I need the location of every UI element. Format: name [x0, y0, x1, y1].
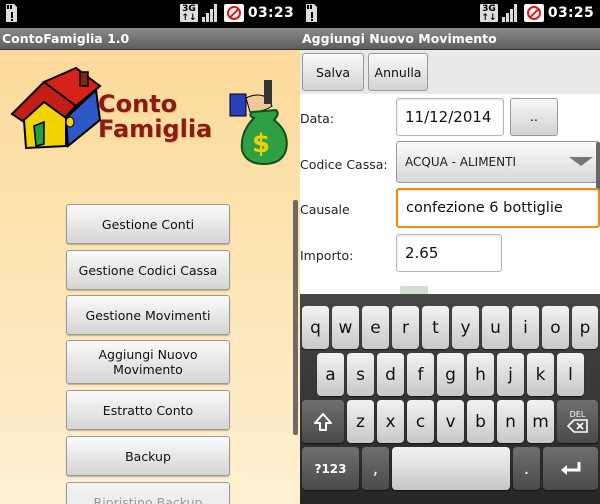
date-field[interactable]: 11/12/2014: [396, 98, 504, 136]
gestione-conti-button[interactable]: Gestione Conti: [66, 204, 230, 244]
key-a[interactable]: a: [317, 353, 344, 396]
house-logo-icon: [4, 62, 104, 156]
key-t[interactable]: t: [422, 306, 449, 349]
key-l[interactable]: l: [557, 353, 584, 396]
key-p[interactable]: p: [572, 306, 598, 349]
cancel-button[interactable]: Annulla: [368, 53, 428, 91]
soft-keyboard: q w e r t y u i o p a s d f g h j k l z …: [300, 294, 600, 504]
screen-title-bar: Aggiungi Nuovo Movimento: [300, 28, 600, 50]
symbols-key[interactable]: ?123: [302, 447, 359, 490]
status-bar: 3G ↑↓ 03:23: [0, 0, 300, 28]
logo-line-2: Famiglia: [98, 115, 213, 143]
importo-label: Importo:: [300, 248, 354, 263]
causale-label: Causale: [300, 202, 350, 217]
form-toolbar: Salva Annulla: [300, 50, 600, 94]
logo-line-1: Conto: [98, 90, 178, 118]
gestione-codici-cassa-button[interactable]: Gestione Codici Cassa: [66, 250, 230, 290]
key-f[interactable]: f: [407, 353, 434, 396]
delete-key-label: DEL: [569, 410, 586, 419]
period-key[interactable]: .: [513, 447, 540, 490]
ripristino-backup-button[interactable]: Ripristino Backup: [66, 482, 230, 504]
no-sim-icon: [223, 4, 244, 22]
key-b[interactable]: b: [467, 400, 494, 443]
chevron-down-icon: [569, 157, 593, 166]
key-x[interactable]: x: [377, 400, 404, 443]
gestione-movimenti-button[interactable]: Gestione Movimenti: [66, 295, 230, 335]
key-d[interactable]: d: [377, 353, 404, 396]
key-s[interactable]: s: [347, 353, 374, 396]
main-menu-screen: 3G ↑↓ 03:23 ContoFamiglia 1.0 Conto Famig…: [0, 0, 300, 504]
importo-field[interactable]: 2.65: [396, 234, 502, 272]
network-3g-icon: 3G ↑↓: [479, 4, 498, 23]
cassa-selected-value: ACQUA - ALIMENTI: [405, 155, 516, 169]
money-bag-icon: $: [228, 78, 294, 170]
enter-icon: [560, 461, 580, 475]
key-j[interactable]: j: [497, 353, 524, 396]
space-key[interactable]: [392, 447, 510, 490]
key-r[interactable]: r: [392, 306, 419, 349]
movement-form: Salva Annulla Data: 11/12/2014 .. Codice…: [300, 50, 600, 294]
delete-key[interactable]: DEL: [557, 400, 598, 443]
partial-control: [400, 286, 428, 294]
date-picker-button[interactable]: ..: [510, 98, 558, 136]
date-label: Data:: [300, 111, 335, 126]
add-movement-screen: 3G ↑↓ 03:25 Aggiungi Nuovo Movimento Salv…: [300, 0, 600, 504]
main-menu-body: Conto Famiglia $ Gestione Conti Gestione…: [0, 50, 300, 504]
scrollbar[interactable]: [293, 200, 298, 435]
network-type-label: 3G: [182, 4, 196, 14]
logo-text: Conto Famiglia: [98, 92, 212, 142]
key-v[interactable]: v: [437, 400, 464, 443]
shift-icon: [314, 412, 332, 431]
svg-text:$: $: [252, 129, 270, 159]
key-o[interactable]: o: [542, 306, 569, 349]
network-3g-icon: 3G ↑↓: [179, 4, 198, 23]
signal-icon: [501, 4, 520, 22]
clock: 03:25: [547, 5, 594, 21]
key-u[interactable]: u: [482, 306, 509, 349]
shift-key[interactable]: [302, 400, 344, 443]
no-sim-icon: [523, 4, 544, 22]
key-h[interactable]: h: [467, 353, 494, 396]
network-type-label: 3G: [482, 4, 496, 14]
status-bar: 3G ↑↓ 03:25: [300, 0, 600, 28]
causale-field[interactable]: confezione 6 bottiglie: [396, 188, 600, 228]
key-n[interactable]: n: [497, 400, 524, 443]
key-m[interactable]: m: [527, 400, 554, 443]
cassa-select[interactable]: ACQUA - ALIMENTI: [396, 141, 600, 183]
save-button[interactable]: Salva: [302, 53, 364, 91]
key-e[interactable]: e: [362, 306, 389, 349]
key-w[interactable]: w: [332, 306, 359, 349]
key-y[interactable]: y: [452, 306, 479, 349]
signal-icon: [201, 4, 220, 22]
cassa-label: Codice Cassa:: [300, 157, 388, 172]
key-k[interactable]: k: [527, 353, 554, 396]
sd-card-icon: [4, 3, 18, 27]
symbols-key-label: ?123: [314, 461, 347, 476]
aggiungi-nuovo-movimento-button[interactable]: Aggiungi Nuovo Movimento: [66, 340, 230, 384]
enter-key[interactable]: [543, 447, 598, 490]
key-c[interactable]: c: [407, 400, 434, 443]
key-g[interactable]: g: [437, 353, 464, 396]
key-i[interactable]: i: [512, 306, 539, 349]
clock: 03:23: [247, 5, 294, 21]
backspace-icon: [566, 419, 588, 433]
backup-button[interactable]: Backup: [66, 436, 230, 476]
key-z[interactable]: z: [347, 400, 374, 443]
app-title-bar: ContoFamiglia 1.0: [0, 28, 300, 50]
key-q[interactable]: q: [302, 306, 329, 349]
estratto-conto-button[interactable]: Estratto Conto: [66, 390, 230, 430]
sd-card-icon: [304, 3, 318, 27]
comma-key[interactable]: ,: [362, 447, 389, 490]
